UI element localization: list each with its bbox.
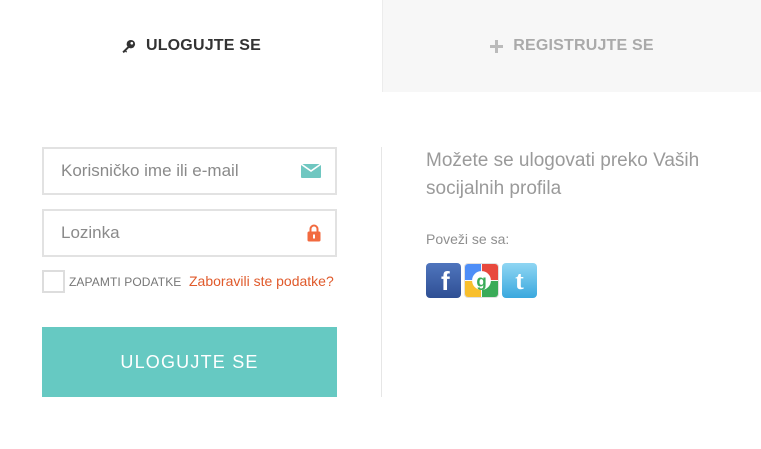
tab-login[interactable]: ULOGUJTE SE	[0, 0, 382, 92]
username-field	[42, 147, 337, 195]
tab-register-label: REGISTRUJTE SE	[513, 37, 654, 54]
key-icon	[121, 39, 136, 54]
tab-register[interactable]: REGISTRUJTE SE	[382, 0, 761, 92]
password-input[interactable]	[44, 211, 274, 255]
twitter-icon[interactable]: t	[502, 263, 537, 298]
remember-me: ZAPAMTI PODATKE	[42, 270, 181, 293]
google-icon[interactable]: g	[464, 263, 499, 298]
social-buttons: f g t	[426, 263, 537, 298]
auth-tabs: ULOGUJTE SE REGISTRUJTE SE	[0, 0, 761, 92]
social-heading: Možete se ulogovati preko Vaših socijaln…	[426, 150, 700, 199]
envelope-icon	[301, 164, 321, 178]
tab-login-label: ULOGUJTE SE	[145, 37, 262, 54]
lock-icon	[307, 224, 321, 242]
divider	[381, 147, 382, 397]
password-field	[42, 209, 337, 257]
svg-text:g: g	[476, 272, 486, 291]
facebook-icon[interactable]: f	[426, 263, 461, 298]
connect-label: Poveži se sa:	[426, 231, 510, 247]
forgot-credentials-link[interactable]: Zaboravili ste podatke?	[189, 273, 334, 289]
username-input[interactable]	[44, 149, 274, 193]
login-button[interactable]: ULOGUJTE SE	[42, 327, 337, 397]
remember-checkbox[interactable]	[42, 270, 65, 293]
plus-icon	[490, 39, 504, 53]
remember-label: ZAPAMTI PODATKE	[69, 274, 182, 289]
